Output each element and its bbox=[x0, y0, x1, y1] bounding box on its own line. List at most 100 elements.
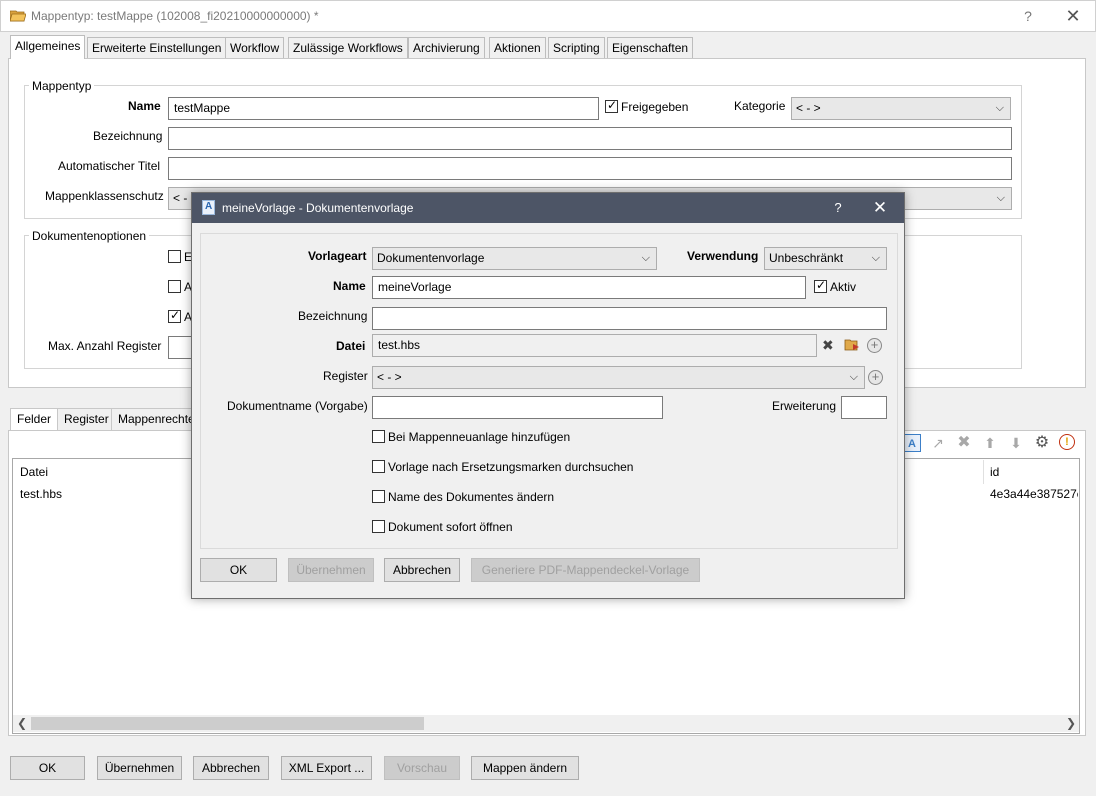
max-register-label: Max. Anzahl Register bbox=[48, 339, 162, 353]
tab-aktionen[interactable]: Aktionen bbox=[489, 37, 546, 58]
change-folders-button[interactable]: Mappen ändern bbox=[471, 756, 579, 780]
clear-file-icon[interactable]: ✖ bbox=[822, 337, 834, 354]
tab-archivierung[interactable]: Archivierung bbox=[408, 37, 485, 58]
tab-zulaessige-workflows[interactable]: Zulässige Workflows bbox=[288, 37, 408, 58]
preview-button[interactable]: Vorschau bbox=[384, 756, 460, 780]
dokumentenvorlage-dialog: A meineVorlage - Dokumentenvorlage ? ✕ V… bbox=[191, 192, 905, 599]
dokopt-checkbox-2[interactable] bbox=[168, 280, 181, 293]
cb-name-aendern[interactable] bbox=[372, 490, 385, 503]
register-select[interactable]: < - > ⌵ bbox=[372, 366, 865, 389]
grid-cell-datei[interactable]: test.hbs bbox=[20, 487, 62, 501]
vorlageart-value: Dokumentenvorlage bbox=[377, 251, 485, 265]
auto-titel-field[interactable] bbox=[168, 157, 1012, 180]
generate-pdf-button[interactable]: Generiere PDF-Mappendeckel-Vorlage bbox=[471, 558, 700, 582]
tab-erweiterte-einstellungen[interactable]: Erweiterte Einstellungen bbox=[87, 37, 227, 58]
erweiterung-field[interactable] bbox=[841, 396, 887, 419]
vorlageart-select[interactable]: Dokumentenvorlage ⌵ bbox=[372, 247, 657, 270]
chevron-down-icon: ⌵ bbox=[995, 102, 1004, 114]
freigegeben-label: Freigegeben bbox=[621, 100, 689, 114]
template-icon[interactable]: A bbox=[903, 434, 921, 452]
window-title: Mappentyp: testMappe (102008_fi202100000… bbox=[31, 9, 319, 23]
grid-cell-id[interactable]: 4e3a44e387527cc bbox=[990, 487, 1078, 501]
group-mappentyp-title: Mappentyp bbox=[29, 79, 95, 93]
vorlage-bezeichnung-field[interactable] bbox=[372, 307, 887, 330]
chevron-down-icon: ⌵ bbox=[996, 192, 1005, 204]
freigegeben-checkbox[interactable] bbox=[605, 98, 618, 113]
datei-label: Datei bbox=[336, 339, 366, 353]
aktiv-checkbox[interactable] bbox=[814, 278, 827, 293]
vorlage-name-label: Name bbox=[333, 279, 366, 293]
grid-column-divider bbox=[983, 460, 984, 484]
bezeichnung-field[interactable] bbox=[168, 127, 1012, 150]
chevron-down-icon: ⌵ bbox=[871, 252, 880, 264]
open-external-icon[interactable]: ↗ bbox=[929, 434, 947, 452]
kategorie-value: < - > bbox=[796, 101, 821, 115]
datei-field[interactable]: test.hbs bbox=[372, 334, 817, 357]
schutz-value: < - bbox=[173, 191, 188, 205]
cancel-button[interactable]: Abbrechen bbox=[193, 756, 269, 780]
dokopt-checkbox-1[interactable] bbox=[168, 250, 181, 263]
document-template-icon: A bbox=[202, 200, 215, 215]
scroll-left-icon[interactable]: ❮ bbox=[17, 716, 27, 730]
window-titlebar: Mappentyp: testMappe (102008_fi202100000… bbox=[0, 0, 1096, 32]
cb-sofort-oeffnen[interactable] bbox=[372, 520, 385, 533]
group-dokumentenoptionen-title: Dokumentenoptionen bbox=[29, 229, 150, 243]
tab-register[interactable]: Register bbox=[57, 408, 116, 430]
add-register-icon[interactable]: + bbox=[868, 370, 883, 385]
cb-ersetzungsmarken[interactable] bbox=[372, 460, 385, 473]
verwendung-label: Verwendung bbox=[687, 249, 759, 263]
chevron-down-icon: ⌵ bbox=[641, 252, 650, 264]
schutz-label: Mappenklassenschutz bbox=[45, 189, 164, 203]
open-file-icon[interactable] bbox=[844, 338, 860, 352]
tab-allgemeines[interactable]: Allgemeines bbox=[10, 35, 86, 59]
name-label: Name bbox=[128, 99, 161, 113]
delete-icon[interactable]: ✖ bbox=[955, 434, 973, 452]
kategorie-select[interactable]: < - > ⌵ bbox=[791, 97, 1011, 120]
dialog-cancel-button[interactable]: Abbrechen bbox=[384, 558, 460, 582]
dokumentname-label: Dokumentname (Vorgabe) bbox=[227, 399, 368, 413]
move-up-icon[interactable]: ⬆ bbox=[981, 434, 999, 452]
warning-icon[interactable]: ! bbox=[1059, 434, 1075, 450]
apply-button[interactable]: Übernehmen bbox=[97, 756, 182, 780]
dialog-ok-button[interactable]: OK bbox=[200, 558, 277, 582]
name-field[interactable]: testMappe bbox=[168, 97, 599, 120]
ok-button[interactable]: OK bbox=[10, 756, 85, 780]
dialog-title: meineVorlage - Dokumentenvorlage bbox=[222, 201, 414, 215]
tab-eigenschaften[interactable]: Eigenschaften bbox=[607, 37, 694, 58]
grid-header-id[interactable]: id bbox=[990, 465, 999, 479]
tab-felder[interactable]: Felder bbox=[10, 408, 59, 430]
help-button[interactable]: ? bbox=[1017, 6, 1039, 26]
register-value: < - > bbox=[377, 370, 402, 384]
close-button[interactable]: ✕ bbox=[1059, 5, 1087, 27]
vorlage-name-field[interactable]: meineVorlage bbox=[372, 276, 806, 299]
grid-header-datei[interactable]: Datei bbox=[20, 465, 48, 479]
scroll-right-icon[interactable]: ❯ bbox=[1066, 716, 1076, 730]
xml-export-button[interactable]: XML Export ... bbox=[281, 756, 372, 780]
dokopt-checkbox-3[interactable] bbox=[168, 308, 181, 323]
vorlageart-label: Vorlageart bbox=[308, 249, 367, 263]
register-label: Register bbox=[323, 369, 368, 383]
auto-titel-label: Automatischer Titel bbox=[58, 159, 161, 173]
aktiv-label: Aktiv bbox=[830, 280, 857, 294]
scrollbar-thumb[interactable] bbox=[31, 717, 424, 730]
verwendung-value: Unbeschränkt bbox=[769, 251, 844, 265]
tab-scripting[interactable]: Scripting bbox=[548, 37, 605, 58]
dokumentname-field[interactable] bbox=[372, 396, 663, 419]
kategorie-label: Kategorie bbox=[734, 99, 786, 113]
tab-mappenrechte[interactable]: Mappenrechte bbox=[111, 408, 202, 430]
dialog-apply-button[interactable]: Übernehmen bbox=[288, 558, 374, 582]
cb-name-aendern-label: Name des Dokumentes ändern bbox=[388, 490, 555, 504]
chevron-down-icon: ⌵ bbox=[849, 371, 858, 383]
vorlage-bezeichnung-label: Bezeichnung bbox=[298, 309, 368, 323]
cb-mappenneuanlage-label: Bei Mappenneuanlage hinzufügen bbox=[388, 430, 571, 444]
move-down-icon[interactable]: ⬇ bbox=[1007, 434, 1025, 452]
gear-icon[interactable]: ⚙ bbox=[1033, 434, 1051, 452]
cb-mappenneuanlage[interactable] bbox=[372, 430, 385, 443]
erweiterung-label: Erweiterung bbox=[772, 399, 837, 413]
dialog-close-button[interactable]: ✕ bbox=[866, 197, 894, 219]
tab-workflow[interactable]: Workflow bbox=[225, 37, 285, 58]
verwendung-select[interactable]: Unbeschränkt ⌵ bbox=[764, 247, 887, 270]
dialog-help-button[interactable]: ? bbox=[828, 198, 848, 218]
cb-ersetzungsmarken-label: Vorlage nach Ersetzungsmarken durchsuche… bbox=[388, 460, 634, 474]
add-file-icon[interactable]: + bbox=[867, 338, 882, 353]
